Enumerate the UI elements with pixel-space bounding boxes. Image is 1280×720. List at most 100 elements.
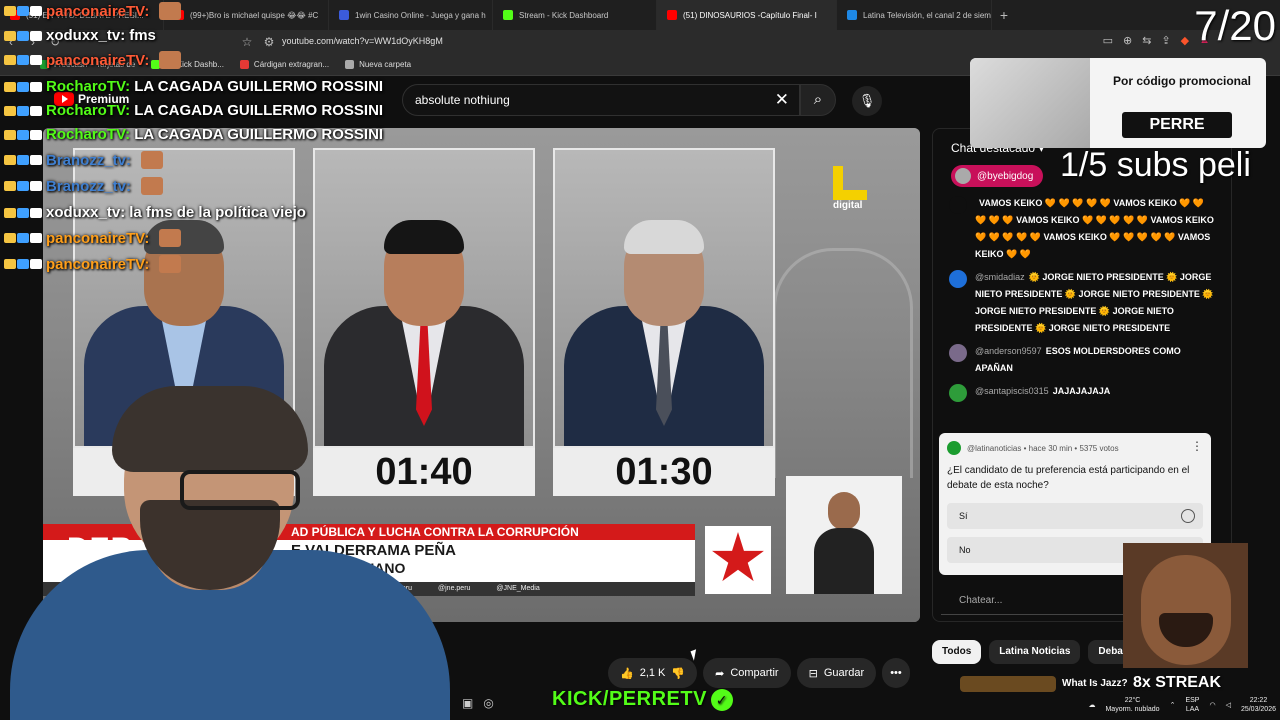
candidate-panel-right: [553, 148, 775, 448]
zoom-icon[interactable]: ⊕: [1123, 34, 1132, 47]
recommendation-chips: Todos Latina Noticias Debates: [932, 640, 1148, 664]
share-button[interactable]: ➦ Compartir: [703, 658, 791, 688]
poll-menu-icon[interactable]: ⋮: [1191, 439, 1203, 453]
brave-shield-icon[interactable]: ◆: [1181, 34, 1189, 47]
overlay-chat-line: Branozz_tv:: [4, 151, 164, 169]
more-button[interactable]: •••: [882, 658, 910, 688]
tab-label: (99+)Bro is michael quispe 😂😂 #C: [190, 10, 319, 20]
site-info-icon[interactable]: ⚙: [258, 35, 280, 49]
like-button[interactable]: 👍 2,1 K 👎: [608, 658, 698, 688]
weather-desc: Mayorm. nublado: [1105, 706, 1160, 713]
browser-tab[interactable]: (99+)Bro is michael quispe 😂😂 #C: [164, 0, 329, 30]
overlay-chat-line: xoduxx_tv: fms: [4, 27, 156, 44]
language-indicator[interactable]: ESP LAA: [1185, 696, 1199, 714]
cloud-icon: ☁: [1088, 702, 1096, 709]
chat-messages: VAMOS KEIKO 🧡 🧡 🧡 🧡 🧡 VAMOS KEIKO 🧡 🧡 🧡 …: [949, 195, 1217, 408]
chat-text: VAMOS KEIKO 🧡 🧡 🧡 🧡 🧡 VAMOS KEIKO 🧡 🧡 🧡 …: [975, 198, 1214, 259]
chip-latina-noticias[interactable]: Latina Noticias: [989, 640, 1081, 664]
like-count: 2,1 K: [639, 667, 666, 679]
chat-message[interactable]: VAMOS KEIKO 🧡 🧡 🧡 🧡 🧡 VAMOS KEIKO 🧡 🧡 🧡 …: [949, 195, 1217, 263]
share-icon[interactable]: ⇪: [1161, 34, 1170, 47]
timer-right: 01:30: [553, 448, 775, 496]
bookmark-star-icon[interactable]: ☆: [236, 35, 258, 49]
party-logo: [705, 526, 771, 594]
poll-meta-text: @latinanoticias • hace 30 min • 5375 vot…: [967, 443, 1119, 453]
avatar: [955, 168, 971, 184]
new-tab-button[interactable]: +: [992, 7, 1016, 23]
chat-username: @anderson9597: [975, 346, 1042, 356]
app-icon[interactable]: ◎: [483, 696, 493, 710]
overlay-username: Branozz_tv:: [46, 151, 132, 169]
poll-option-yes[interactable]: Sí: [947, 503, 1203, 529]
overlay-username: RocharoTV:: [46, 126, 131, 143]
thumbs-up-icon: 👍: [620, 667, 634, 680]
overlay-username: Branozz_tv:: [46, 177, 132, 195]
badge-icons: [4, 155, 42, 165]
poll-option-label: Sí: [959, 511, 968, 521]
bookmark-item[interactable]: Cárdigan extragran...: [239, 60, 329, 69]
chat-message[interactable]: @smidadiaz 🌞 JORGE NIETO PRESIDENTE 🌞 JOR…: [949, 269, 1217, 337]
tab-favicon-icon: [503, 10, 513, 20]
search-icon: ⌕: [813, 91, 823, 108]
save-button[interactable]: ⊟ Guardar: [796, 658, 877, 688]
chip-todos[interactable]: Todos: [932, 640, 982, 664]
url-field[interactable]: youtube.com/watch?v=WW1dOyKH8gM: [282, 36, 443, 46]
clock[interactable]: 22:22 25/03/2026: [1241, 696, 1276, 714]
weather-temp: 22°C: [1124, 697, 1141, 704]
tab-label: Latina Televisión, el canal 2 de siemp: [863, 10, 992, 20]
recommended-title[interactable]: What Is Jazz?: [1062, 678, 1128, 689]
address-bar: ‹ › ↻ ☆ ⚙ youtube.com/watch?v=WW1dOyKH8g…: [0, 30, 1280, 54]
speaker-icon[interactable]: ◁: [1226, 701, 1231, 709]
background-arch: [773, 248, 913, 478]
overlay-message: la fms de la política viejo: [129, 204, 306, 221]
sign-language-interpreter: [786, 476, 902, 594]
promo-code: PERRE: [1122, 112, 1232, 138]
chat-message[interactable]: @santapiscis0315 JAJAJAJAJA: [949, 383, 1217, 402]
pinned-username: @byebigdog: [977, 170, 1034, 182]
chat-message[interactable]: @anderson9597 ESOS MOLDERSDORES COMO APAÑ…: [949, 343, 1217, 377]
browser-tab[interactable]: Stream - Kick Dashboard: [493, 0, 657, 30]
poll-meta: @latinanoticias • hace 30 min • 5375 vot…: [947, 441, 1119, 455]
badge-icons: [4, 129, 42, 140]
overlay-username: xoduxx_tv:: [46, 204, 126, 221]
latina-logo: [833, 166, 867, 200]
voice-search-button[interactable]: 🎙: [852, 86, 882, 116]
chevron-up-icon[interactable]: ⌃: [1170, 701, 1176, 709]
chat-username: @santapiscis0315: [975, 386, 1049, 396]
overlay-message: LA CAGADA GUILLERMO ROSSINI: [134, 78, 384, 95]
browser-tab[interactable]: 1win Casino Online - Juega y gana h: [329, 0, 493, 30]
cast-icon[interactable]: ▭: [1103, 34, 1113, 47]
emote-icon: [159, 229, 182, 247]
clear-search-icon[interactable]: ✕: [775, 90, 789, 110]
pinned-user-chip[interactable]: @byebigdog: [951, 165, 1044, 187]
browser-tab[interactable]: (51) DINOSAURIOS -Capítulo Final- I: [657, 0, 837, 30]
bookmark-item[interactable]: Nueva carpeta: [345, 60, 411, 69]
tab-favicon-icon: [339, 10, 349, 20]
browser-tab[interactable]: Latina Televisión, el canal 2 de siemp: [837, 0, 992, 30]
emote-icon: [159, 255, 182, 273]
tab-favicon-icon: [667, 10, 677, 20]
avatar: [949, 196, 967, 214]
badge-icons: [4, 55, 42, 65]
promo-art: [970, 58, 1090, 148]
emote-icon: [141, 177, 164, 195]
badge-icons: [4, 233, 42, 243]
lang-bottom: LAA: [1185, 706, 1200, 713]
search-input[interactable]: absolute nothiung ✕: [402, 84, 800, 116]
overlay-chat-line: RocharoTV: LA CAGADA GUILLERMO ROSSINI: [4, 78, 383, 95]
badge-icons: [4, 207, 42, 218]
bookmark-favicon-icon: [345, 60, 355, 69]
weather[interactable]: 22°C Mayorm. nublado: [1105, 696, 1159, 714]
stream-counter: 7/20: [1194, 2, 1276, 49]
translate-icon[interactable]: ⇆: [1142, 34, 1151, 47]
search-button[interactable]: ⌕: [800, 84, 836, 116]
overlay-chat-line: RocharoTV: LA CAGADA GUILLERMO ROSSINI: [4, 126, 383, 143]
wifi-icon[interactable]: ◠: [1209, 701, 1215, 709]
clock-time: 22:22: [1249, 697, 1268, 704]
badge-icons: [4, 30, 42, 41]
overlay-username: RocharoTV:: [46, 102, 131, 119]
thumbs-down-icon[interactable]: 👎: [671, 667, 685, 680]
app-icon[interactable]: ▣: [462, 696, 473, 710]
overlay-message: LA CAGADA GUILLERMO ROSSINI: [134, 102, 384, 119]
badge-icons: [4, 259, 42, 269]
